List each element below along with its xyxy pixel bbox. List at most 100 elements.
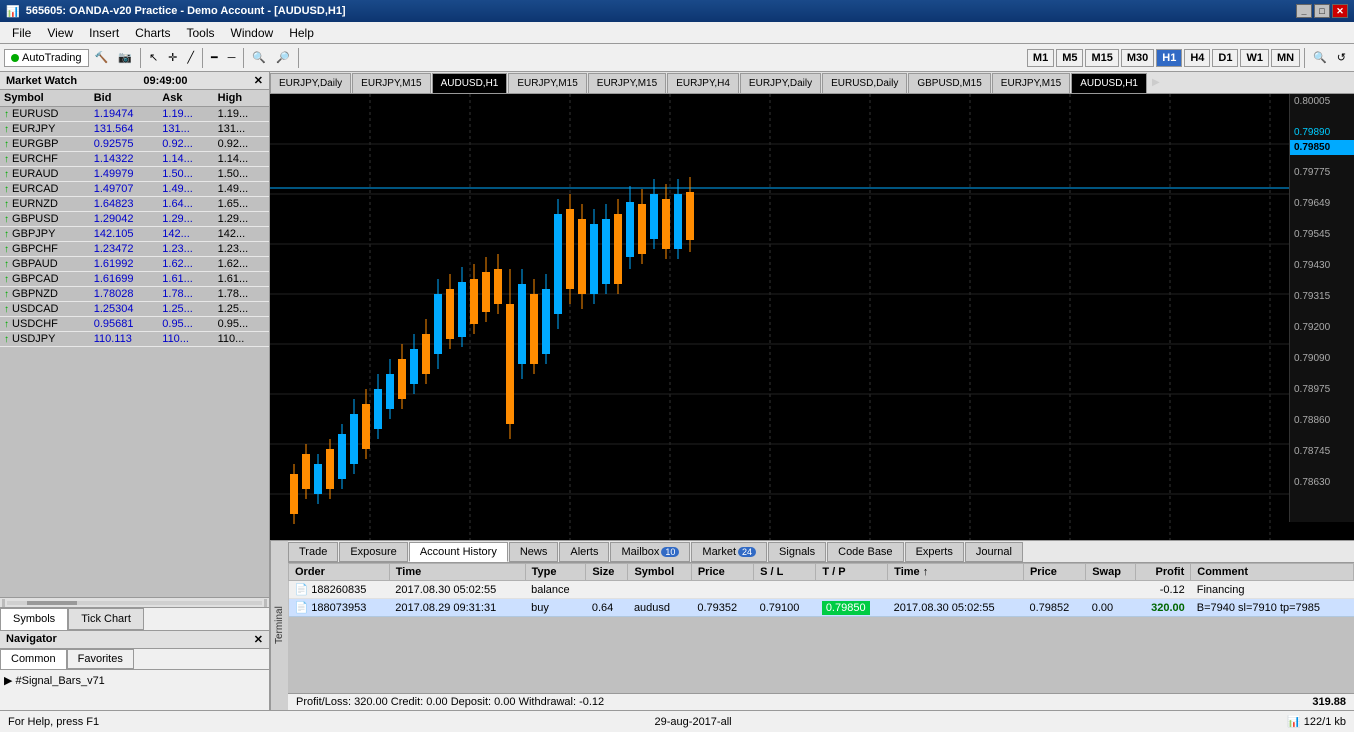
minimize-button[interactable]: _ [1296,4,1312,18]
tf-mn[interactable]: MN [1271,49,1300,67]
draw-icon[interactable]: ━ [207,49,222,66]
symbol-row: ↑ EURGBP 0.92575 0.92... 0.92... [0,137,269,152]
symbol-name[interactable]: ↑ GBPAUD [0,257,90,272]
tab-journal[interactable]: Journal [965,542,1023,562]
chart-tab-10[interactable]: AUDUSD,H1 [1071,73,1147,93]
market-watch-tabs: Symbols Tick Chart [0,607,269,630]
menu-tools[interactable]: Tools [179,24,223,42]
market-watch-time: 09:49:00 [143,75,187,87]
swap-2: 0.00 [1086,599,1136,617]
tf-m1[interactable]: M1 [1027,49,1054,67]
hline-icon[interactable]: ─ [224,50,240,66]
tab-exposure[interactable]: Exposure [339,542,407,562]
chart-area[interactable]: ▼ AUDUSD,H1 0.79808 0.79808 0.79594 0.79… [270,94,1354,540]
symbol-name[interactable]: ↑ GBPJPY [0,227,90,242]
chart-tab-7[interactable]: EURUSD,Daily [822,73,907,93]
symbol-name[interactable]: ↑ EURCAD [0,182,90,197]
symbol-2: audusd [628,599,691,617]
menu-insert[interactable]: Insert [81,24,127,42]
tab-trade[interactable]: Trade [288,542,338,562]
chart-tab-3[interactable]: EURJPY,M15 [508,73,586,93]
chart-tab-0[interactable]: EURJPY,Daily [270,73,351,93]
menu-help[interactable]: Help [281,24,322,42]
symbol-name[interactable]: ↑ EURAUD [0,167,90,182]
sep5 [1304,48,1305,68]
symbol-name[interactable]: ↑ USDJPY [0,332,90,347]
tab-experts[interactable]: Experts [905,542,964,562]
crosshair-icon[interactable]: ✛ [164,49,181,66]
symbol-name[interactable]: ↑ GBPCHF [0,242,90,257]
symbol-name[interactable]: ↑ EURGBP [0,137,90,152]
chart-tab-5[interactable]: EURJPY,H4 [667,73,739,93]
tf-w1[interactable]: W1 [1240,49,1269,67]
tab-common[interactable]: Common [0,649,67,669]
zoom-in-icon[interactable]: 🔍 [248,49,270,66]
maximize-button[interactable]: □ [1314,4,1330,18]
navigator-item[interactable]: ▶ #Signal_Bars_v71 [4,675,105,687]
toolbar-icon-1[interactable]: 🔨 [91,49,113,66]
tf-m15[interactable]: M15 [1085,49,1118,67]
close-button[interactable]: ✕ [1332,4,1348,18]
time2-2: 2017.08.30 05:02:55 [888,599,1024,617]
symbol-name[interactable]: ↑ USDCAD [0,302,90,317]
tab-alerts[interactable]: Alerts [559,542,609,562]
menu-bar: FileViewInsertChartsToolsWindowHelp [0,22,1354,44]
symbol-name[interactable]: ↑ GBPCAD [0,272,90,287]
arrow-icon: ↑ [4,154,9,165]
symbol-row: ↑ GBPCHF 1.23472 1.23... 1.23... [0,242,269,257]
tab-signals[interactable]: Signals [768,542,826,562]
tab-account-history[interactable]: Account History [409,542,508,562]
tf-h1[interactable]: H1 [1156,49,1182,67]
tf-d1[interactable]: D1 [1212,49,1238,67]
tab-market[interactable]: Market24 [691,542,767,562]
chart-tab-9[interactable]: EURJPY,M15 [992,73,1070,93]
tf-m5[interactable]: M5 [1056,49,1083,67]
symbol-name[interactable]: ↑ USDCHF [0,317,90,332]
chart-tab-6[interactable]: EURJPY,Daily [740,73,821,93]
chart-tab-4[interactable]: EURJPY,M15 [588,73,666,93]
tab-code-base[interactable]: Code Base [827,542,903,562]
arrow-icon: ↑ [4,319,9,330]
tab-favorites[interactable]: Favorites [67,649,134,669]
tf-m30[interactable]: M30 [1121,49,1154,67]
symbol-name[interactable]: ↑ EURCHF [0,152,90,167]
navigator-close[interactable]: ✕ [254,633,263,646]
tab-mailbox[interactable]: Mailbox10 [610,542,690,562]
tab-symbols[interactable]: Symbols [0,608,68,630]
col-price: Price [691,564,753,581]
menu-window[interactable]: Window [223,24,282,42]
zoom-out-icon[interactable]: 🔎 [272,49,294,66]
menu-view[interactable]: View [39,24,81,42]
chart-tab-2[interactable]: AUDUSD,H1 [432,73,508,93]
symbol-name[interactable]: ↑ EURUSD [0,107,90,122]
chart-tab-scroll[interactable]: ▶ [1148,75,1164,90]
chart-tab-8[interactable]: GBPUSD,M15 [908,73,990,93]
type-1: balance [525,581,586,599]
search-icon[interactable]: 🔍 [1309,49,1331,66]
high-price: 1.29... [214,212,269,227]
market-watch-scrollbar[interactable] [0,597,269,607]
refresh-icon[interactable]: ↺ [1333,49,1350,66]
tab-tick-chart[interactable]: Tick Chart [68,608,144,630]
symbol-name[interactable]: ↑ EURJPY [0,122,90,137]
line-icon[interactable]: ╱ [183,49,198,66]
high-price: 1.25... [214,302,269,317]
col-symbol: Symbol [0,90,90,107]
market-watch-title: Market Watch [6,75,77,87]
symbol-row: ↑ GBPJPY 142.105 142... 142... [0,227,269,242]
menu-file[interactable]: File [4,24,39,42]
menu-charts[interactable]: Charts [127,24,178,42]
market-badge: 24 [738,547,756,557]
symbol-name[interactable]: ↑ EURNZD [0,197,90,212]
symbol-row: ↑ USDCAD 1.25304 1.25... 1.25... [0,302,269,317]
tab-news[interactable]: News [509,542,559,562]
chart-tab-1[interactable]: EURJPY,M15 [352,73,430,93]
tf-h4[interactable]: H4 [1184,49,1210,67]
symbol-name[interactable]: ↑ GBPNZD [0,287,90,302]
cursor-icon[interactable]: ↖ [145,49,162,66]
market-watch-close[interactable]: ✕ [254,74,263,87]
col-time: Time [389,564,525,581]
toolbar-icon-2[interactable]: 📷 [114,49,136,66]
symbol-name[interactable]: ↑ GBPUSD [0,212,90,227]
auto-trading-button[interactable]: AutoTrading [4,49,89,67]
